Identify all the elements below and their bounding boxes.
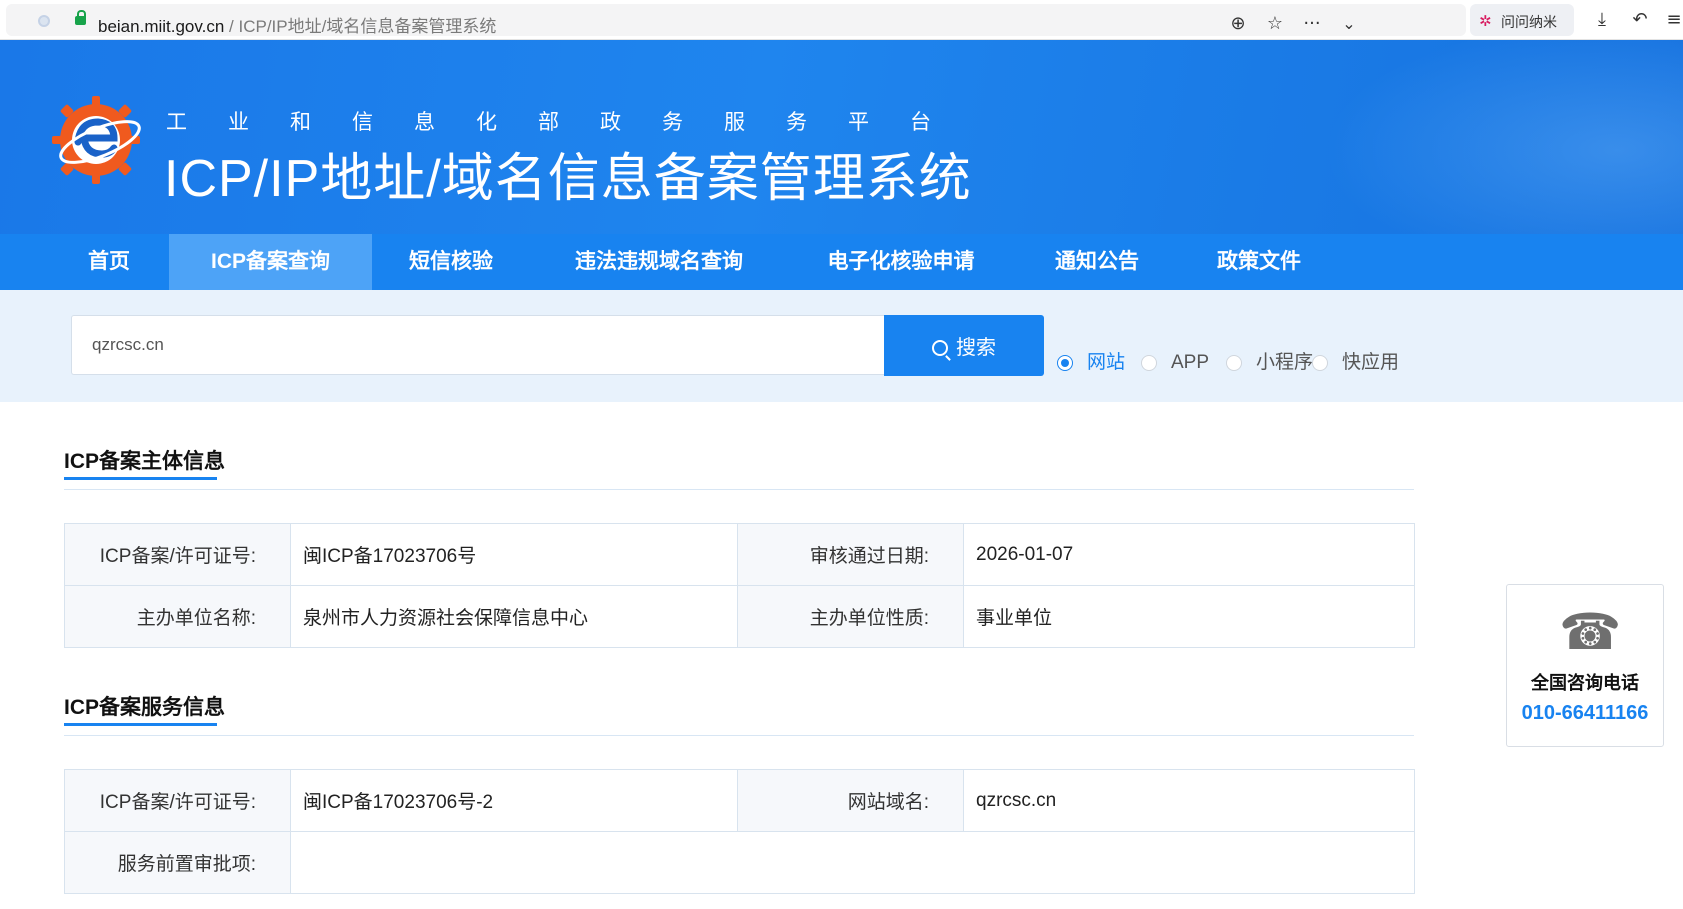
section-underline xyxy=(64,723,217,726)
undo-icon[interactable]: ↶ xyxy=(1628,8,1652,32)
main-nav: 首页 ICP备案查询 短信核验 违法违规域名查询 电子化核验申请 通知公告 政策… xyxy=(0,234,1683,290)
extension-button[interactable]: ✲ 问问纳米 xyxy=(1470,4,1574,36)
platform-subtitle: 工业和信息化部政务服务平台 xyxy=(166,111,972,134)
field-label: 网站域名: xyxy=(737,769,964,832)
search-icon xyxy=(932,340,948,356)
radio-mini-program[interactable]: 小程序 xyxy=(1226,350,1314,376)
field-label: 审核通过日期: xyxy=(737,523,964,586)
field-value: 事业单位 xyxy=(963,585,1415,648)
radio-label: 网站 xyxy=(1087,352,1126,373)
service-section-title: ICP备案服务信息 xyxy=(64,696,226,719)
contact-number[interactable]: 010-66411166 xyxy=(1507,702,1663,725)
radio-label: 快应用 xyxy=(1342,352,1400,373)
field-label: 服务前置审批项: xyxy=(64,831,291,894)
browser-toolbar: beian.miit.gov.cn / ICP/IP地址/域名信息备案管理系统 … xyxy=(0,0,1683,40)
extension-logo-icon: ✲ xyxy=(1479,12,1492,30)
nav-item-e-verify[interactable]: 电子化核验申请 xyxy=(802,234,1000,290)
section-underline xyxy=(64,477,217,480)
more-icon[interactable]: ··· xyxy=(1300,12,1324,36)
radio-label: 小程序 xyxy=(1256,352,1314,373)
search-button[interactable]: 搜索 xyxy=(884,315,1044,376)
radio-website[interactable]: 网站 xyxy=(1057,350,1127,376)
extension-label: 问问纳米 xyxy=(1501,14,1557,30)
reader-icon[interactable]: ⊕ xyxy=(1226,12,1250,36)
subject-section-title: ICP备案主体信息 xyxy=(64,450,226,473)
star-icon[interactable]: ☆ xyxy=(1263,12,1287,36)
field-value: 泉州市人力资源社会保障信息中心 xyxy=(290,585,738,648)
radio-app[interactable]: APP xyxy=(1141,350,1211,376)
radio-quick-app[interactable]: 快应用 xyxy=(1312,350,1400,376)
download-icon[interactable]: ⤓ xyxy=(1590,8,1614,32)
radio-dot xyxy=(1226,355,1242,371)
field-label: ICP备案/许可证号: xyxy=(64,523,291,586)
radio-label: APP xyxy=(1171,352,1210,373)
radio-dot xyxy=(1057,355,1073,371)
url-host: beian.miit.gov.cn xyxy=(98,17,225,36)
nav-item-illegal-domain[interactable]: 违法违规域名查询 xyxy=(548,234,770,290)
site-header: 工业和信息化部政务服务平台 ICP/IP地址/域名信息备案管理系统 xyxy=(0,40,1683,234)
phone-icon: ☎ xyxy=(1559,603,1622,661)
nav-item-sms-verify[interactable]: 短信核验 xyxy=(382,234,520,290)
subject-info-table: ICP备案/许可证号: 闽ICP备17023706号 审核通过日期: 2026-… xyxy=(64,523,1415,648)
field-label: 主办单位名称: xyxy=(64,585,291,648)
table-row: ICP备案/许可证号: 闽ICP备17023706号 审核通过日期: 2026-… xyxy=(64,523,1415,586)
table-row: 服务前置审批项: xyxy=(64,831,1415,894)
radio-dot xyxy=(1312,355,1328,371)
menu-icon[interactable]: ≡ xyxy=(1662,8,1683,32)
table-row: ICP备案/许可证号: 闽ICP备17023706号-2 网站域名: qzrcs… xyxy=(64,769,1415,832)
lock-icon[interactable] xyxy=(75,10,86,25)
field-label: 主办单位性质: xyxy=(737,585,964,648)
chevron-down-icon[interactable]: ⌄ xyxy=(1337,12,1361,36)
url-path: / ICP/IP地址/域名信息备案管理系统 xyxy=(224,17,497,36)
section-divider xyxy=(64,489,1414,490)
url-text[interactable]: beian.miit.gov.cn / ICP/IP地址/域名信息备案管理系统 xyxy=(98,12,496,37)
field-value: qzrcsc.cn xyxy=(963,769,1415,832)
nav-item-icp-query[interactable]: ICP备案查询 xyxy=(169,234,372,290)
section-divider xyxy=(64,735,1414,736)
contact-label: 全国咨询电话 xyxy=(1531,673,1639,693)
address-bar[interactable]: beian.miit.gov.cn / ICP/IP地址/域名信息备案管理系统 … xyxy=(6,4,1466,36)
site-info-icon[interactable] xyxy=(38,15,50,27)
search-button-label: 搜索 xyxy=(956,337,996,359)
radio-dot xyxy=(1141,355,1157,371)
field-value: 闽ICP备17023706号-2 xyxy=(290,769,738,832)
field-value xyxy=(290,831,1415,894)
miit-logo-icon xyxy=(52,96,141,184)
search-area: 搜索 网站 APP 小程序 快应用 xyxy=(0,290,1683,402)
search-input[interactable] xyxy=(71,315,885,375)
field-value: 2026-01-07 xyxy=(963,523,1415,586)
nav-item-policies[interactable]: 政策文件 xyxy=(1196,234,1322,290)
table-row: 主办单位名称: 泉州市人力资源社会保障信息中心 主办单位性质: 事业单位 xyxy=(64,585,1415,648)
field-value: 闽ICP备17023706号 xyxy=(290,523,738,586)
contact-widget[interactable]: ☎ 全国咨询电话 010-66411166 xyxy=(1506,584,1664,747)
nav-item-home[interactable]: 首页 xyxy=(56,234,162,290)
nav-item-notices[interactable]: 通知公告 xyxy=(1036,234,1158,290)
system-title: ICP/IP地址/域名信息备案管理系统 xyxy=(164,150,972,208)
service-info-table: ICP备案/许可证号: 闽ICP备17023706号-2 网站域名: qzrcs… xyxy=(64,769,1415,894)
field-label: ICP备案/许可证号: xyxy=(64,769,291,832)
